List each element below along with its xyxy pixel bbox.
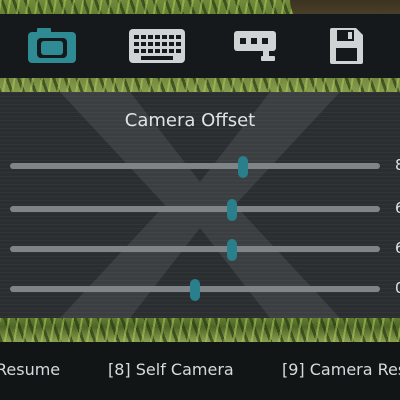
slider-value: 8 [395,156,400,174]
top-toolbar [0,14,400,78]
slider-thumb[interactable] [190,279,200,301]
controller-icon [234,31,276,61]
save-icon [330,28,363,64]
tab-keyboard[interactable] [128,22,186,70]
slider-thumb[interactable] [227,239,237,261]
offset-slider-2[interactable]: 6 [10,199,400,221]
resume-hint[interactable]: Resume [0,360,60,379]
panel-title: Camera Offset [124,110,256,131]
self-camera-hint[interactable]: [8] Self Camera [108,360,234,379]
slider-thumb[interactable] [227,199,237,221]
slider-value: 0 [395,279,400,297]
camera-offset-panel: Camera Offset 8 6 6 0 [0,92,400,318]
camera-icon [28,28,76,63]
tab-controller[interactable] [230,22,280,70]
slider-thumb[interactable] [238,156,249,178]
tab-save[interactable] [326,22,366,70]
slider-track [10,246,380,252]
bottom-hint-bar: Resume [8] Self Camera [9] Camera Rese [0,342,400,400]
camera-reset-hint[interactable]: [9] Camera Rese [282,360,400,379]
offset-slider-4[interactable]: 0 [10,279,400,301]
slider-track [10,163,380,169]
tab-camera[interactable] [26,22,78,70]
slider-value: 6 [395,239,400,257]
offset-slider-3[interactable]: 6 [10,239,400,261]
offset-slider-1[interactable]: 8 [10,156,400,178]
slider-value: 6 [395,199,400,217]
slider-track [10,206,380,212]
keyboard-icon [129,29,185,63]
